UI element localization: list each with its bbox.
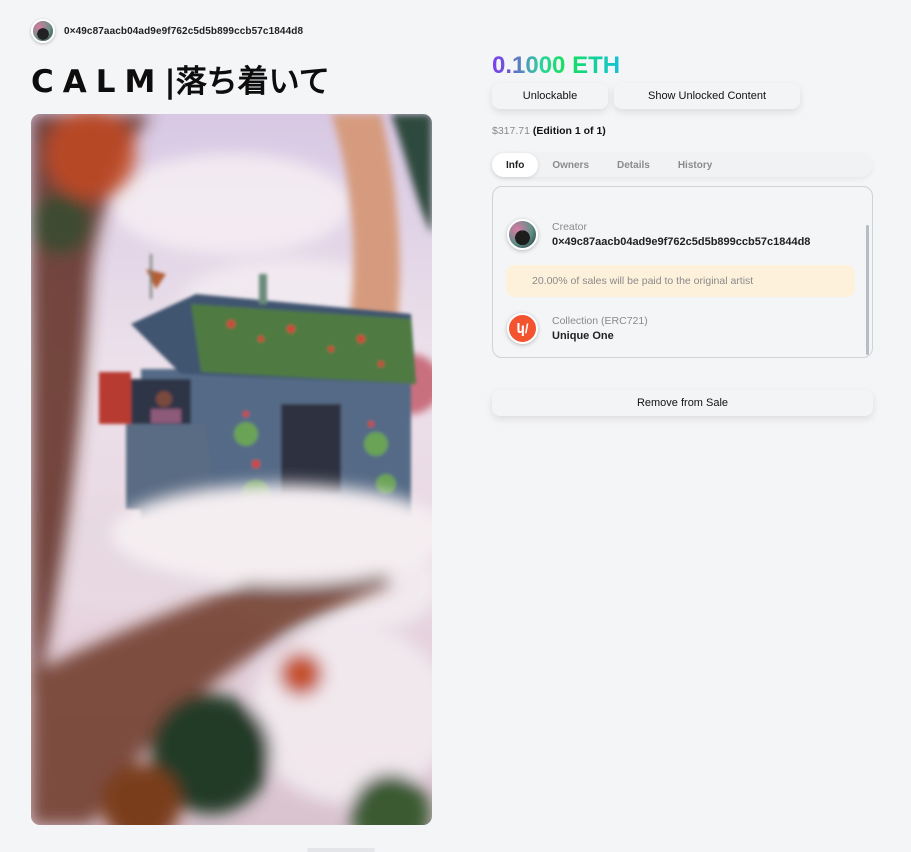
collection-label: Collection (ERC721) — [552, 314, 648, 327]
info-panel: Creator 0×49c87aacb04ad9e9f762c5d5b899cc… — [492, 186, 873, 358]
show-unlocked-content-button[interactable]: Show Unlocked Content — [614, 83, 800, 109]
artwork-image[interactable] — [31, 114, 432, 825]
price-usd: $317.71 — [492, 125, 530, 137]
detail-tabs: Info Owners Details History — [492, 153, 872, 177]
page-title: CALM|落ち着いて — [31, 56, 330, 101]
creator-label: Creator — [552, 220, 588, 233]
creator-avatar[interactable] — [507, 219, 538, 250]
panel-scrollbar[interactable] — [866, 225, 869, 355]
owner-address[interactable]: 0×49c87aacb04ad9e9f762c5d5b899ccb57c1844… — [64, 26, 303, 37]
tab-details[interactable]: Details — [603, 153, 664, 177]
unlockable-button[interactable]: Unlockable — [492, 83, 608, 109]
title-japanese: 落ち着いて — [175, 64, 330, 100]
tab-owners[interactable]: Owners — [538, 153, 603, 177]
collection-logo-text: կ/ — [516, 320, 529, 336]
creator-row[interactable]: Creator 0×49c87aacb04ad9e9f762c5d5b899cc… — [507, 219, 810, 250]
artwork-illustration — [31, 114, 432, 825]
remove-from-sale-button[interactable]: Remove from Sale — [492, 390, 873, 416]
owner-row[interactable]: 0×49c87aacb04ad9e9f762c5d5b899ccb57c1844… — [31, 19, 303, 43]
tab-history[interactable]: History — [664, 153, 726, 177]
price-eth: 0.1000 ETH — [492, 52, 621, 79]
price-usd-line: $317.71 (Edition 1 of 1) — [492, 125, 606, 137]
creator-meta: Creator 0×49c87aacb04ad9e9f762c5d5b899cc… — [552, 220, 810, 250]
creator-address[interactable]: 0×49c87aacb04ad9e9f762c5d5b899ccb57c1844… — [552, 234, 810, 250]
collection-meta: Collection (ERC721) Unique One — [552, 314, 648, 344]
edition-label: (Edition 1 of 1) — [532, 125, 606, 137]
tab-info[interactable]: Info — [492, 153, 539, 177]
unique-one-logo-icon[interactable]: կ/ — [507, 313, 538, 344]
title-separator: | — [164, 64, 176, 100]
royalty-notice: 20.00% of sales will be paid to the orig… — [506, 265, 855, 297]
collection-name[interactable]: Unique One — [552, 328, 648, 344]
collection-row[interactable]: կ/ Collection (ERC721) Unique One — [507, 313, 648, 344]
owner-avatar[interactable] — [31, 19, 55, 43]
unlock-button-row: Unlockable Show Unlocked Content — [492, 83, 800, 109]
bottom-scroll-handle — [307, 848, 375, 852]
title-latin: CALM — [31, 64, 165, 100]
